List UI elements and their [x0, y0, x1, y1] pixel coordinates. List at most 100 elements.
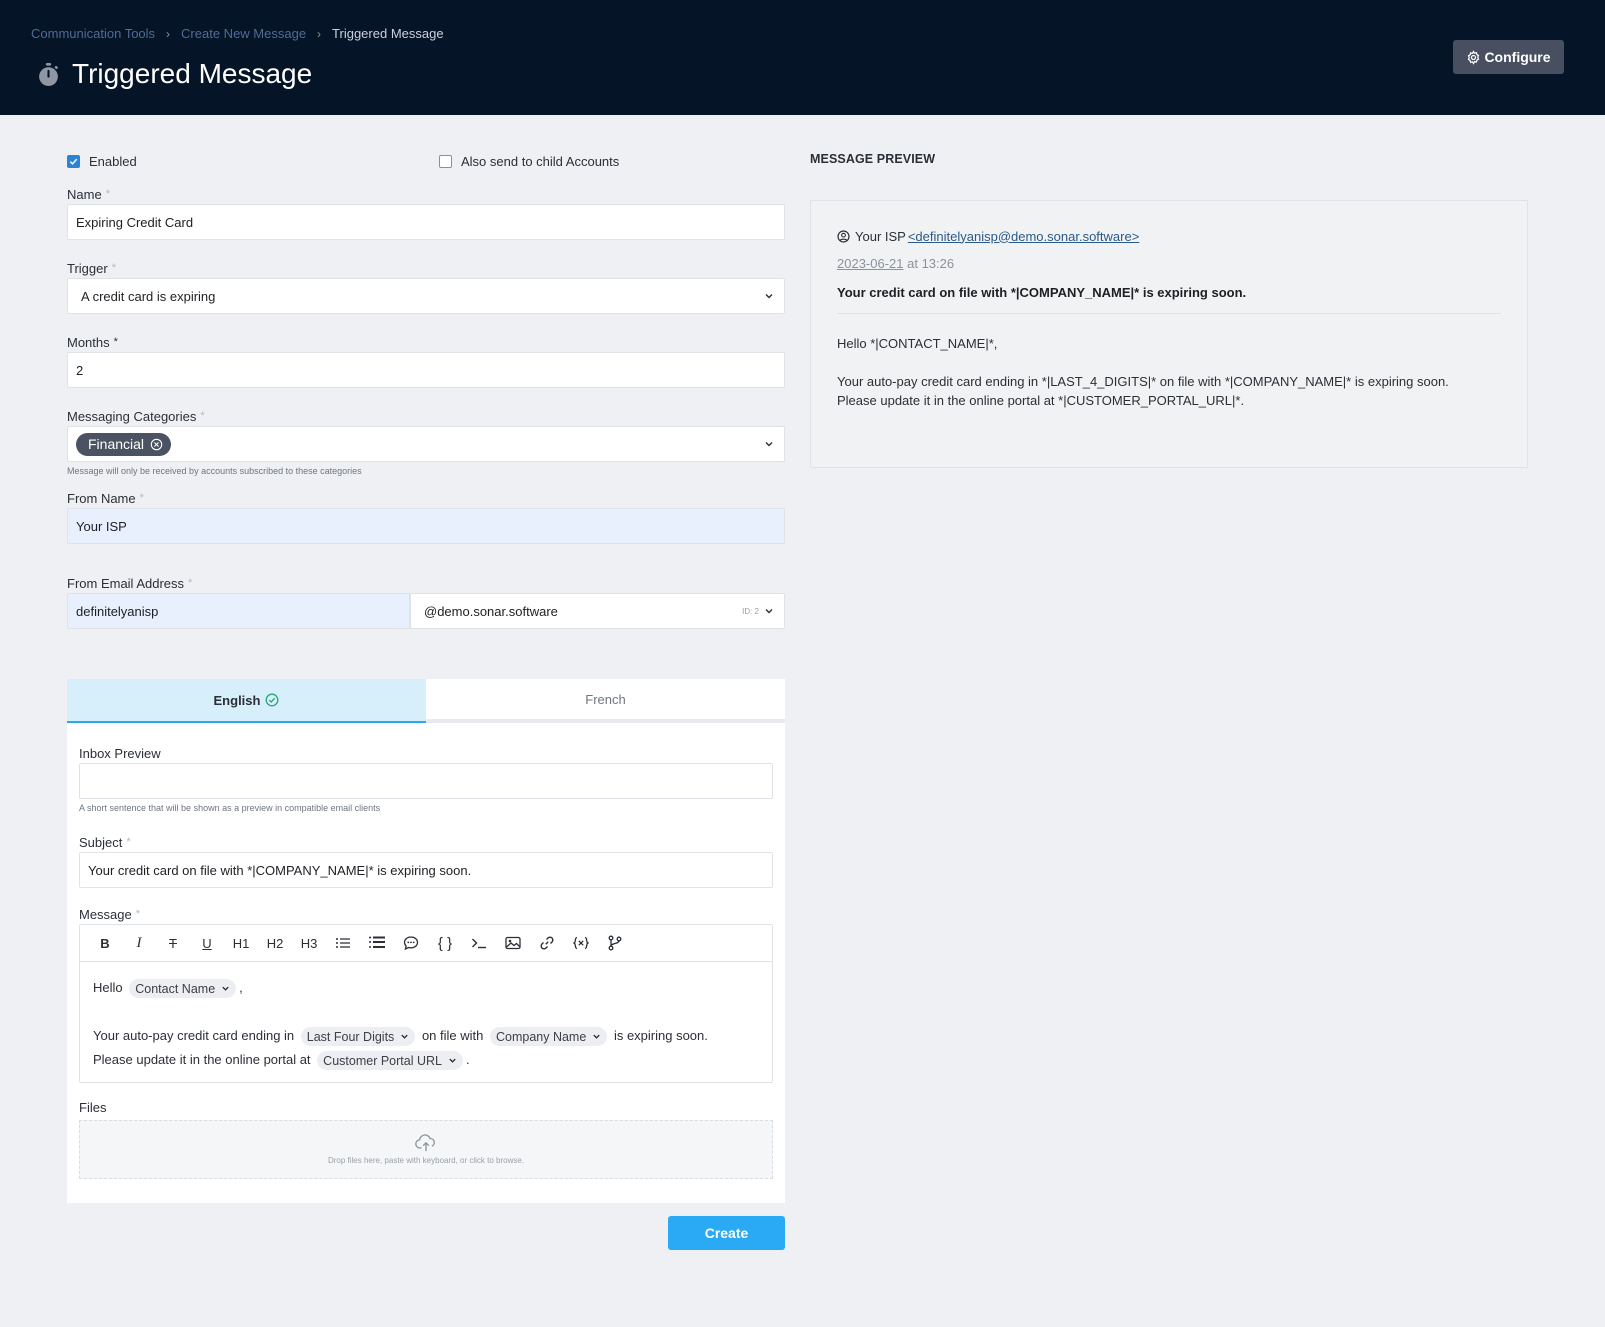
- variable-pill-company-name[interactable]: Company Name: [489, 1027, 608, 1047]
- chevron-down-icon: [401, 1034, 408, 1039]
- breadcrumb-create-new-message[interactable]: Create New Message: [181, 26, 306, 41]
- variable-button[interactable]: [564, 928, 598, 958]
- variable-pill-last-four-digits[interactable]: Last Four Digits: [300, 1027, 416, 1047]
- files-label: Files: [79, 1097, 773, 1117]
- strikethrough-button[interactable]: T: [156, 928, 190, 958]
- greeting-text: Hello: [93, 980, 123, 995]
- child-accounts-label: Also send to child Accounts: [461, 153, 620, 169]
- from-email-row: definitelyanisp @demo.sonar.software ID:…: [67, 593, 785, 629]
- categories-label-text: Messaging Categories: [67, 408, 197, 424]
- months-input[interactable]: 2: [67, 352, 785, 388]
- pill-label: Customer Portal URL: [323, 1053, 442, 1068]
- enabled-checkbox-group[interactable]: Enabled: [67, 154, 137, 169]
- editor-content[interactable]: Hello Contact Name, Your auto-pay credit…: [80, 962, 772, 1082]
- terminal-button[interactable]: [462, 928, 496, 958]
- from-email-domain-value: @demo.sonar.software: [424, 603, 558, 619]
- tab-french[interactable]: French: [426, 679, 785, 723]
- page-header: Communication Tools › Create New Message…: [0, 0, 1605, 115]
- link-button[interactable]: [530, 928, 564, 958]
- check-icon: [69, 158, 78, 165]
- bullet-list-button[interactable]: [326, 928, 360, 958]
- image-button[interactable]: [496, 928, 530, 958]
- category-chip-financial: Financial: [76, 432, 172, 456]
- heading2-button[interactable]: H2: [258, 928, 292, 958]
- required-marker: *: [105, 188, 110, 200]
- inbox-preview-label-text: Inbox Preview: [79, 745, 161, 761]
- gear-icon: [1468, 49, 1480, 65]
- files-label-text: Files: [79, 1099, 107, 1115]
- trigger-select[interactable]: A credit card is expiring: [67, 278, 785, 314]
- categories-select[interactable]: Financial: [67, 426, 785, 462]
- name-label-text: Name: [67, 186, 102, 202]
- name-label: Name *: [67, 184, 785, 204]
- inbox-preview-label: Inbox Preview: [79, 743, 773, 763]
- configure-button[interactable]: Configure: [1453, 40, 1564, 74]
- pill-label: Company Name: [495, 1029, 587, 1044]
- breadcrumb-separator-icon: ›: [317, 26, 322, 41]
- category-chip-label: Financial: [88, 436, 145, 452]
- underline-button[interactable]: U: [190, 928, 224, 958]
- required-marker: *: [113, 336, 118, 348]
- enabled-checkbox[interactable]: [67, 154, 80, 168]
- heading1-button[interactable]: H1: [224, 928, 258, 958]
- code-block-button[interactable]: { }: [428, 928, 462, 958]
- editor-line-greeting: Hello Contact Name,: [93, 976, 759, 1000]
- dropzone-text: Drop files here, paste with keyboard, or…: [327, 1156, 525, 1165]
- breadcrumb-communication-tools[interactable]: Communication Tools: [31, 26, 155, 41]
- message-preview-title: MESSAGE PREVIEW: [810, 152, 936, 166]
- ordered-list-icon: [369, 936, 385, 948]
- ordered-list-button[interactable]: [360, 928, 394, 958]
- child-accounts-checkbox[interactable]: [439, 154, 452, 168]
- chevron-down-icon: [765, 294, 773, 299]
- quote-button[interactable]: [394, 928, 428, 958]
- breadcrumb: Communication Tools › Create New Message…: [31, 26, 444, 41]
- required-marker: *: [139, 492, 144, 504]
- bold-button[interactable]: B: [88, 928, 122, 958]
- cloud-upload-icon: [415, 1134, 435, 1152]
- preview-date-link[interactable]: 2023-06-21: [837, 256, 904, 271]
- subject-input[interactable]: Your credit card on file with *|COMPANY_…: [79, 852, 773, 888]
- branch-button[interactable]: [598, 928, 632, 958]
- editor-line-body: Your auto-pay credit card ending in Last…: [93, 1024, 759, 1072]
- inbox-preview-input[interactable]: [79, 763, 773, 799]
- title-row: Triggered Message: [36, 58, 312, 90]
- file-dropzone[interactable]: Drop files here, paste with keyboard, or…: [79, 1120, 773, 1179]
- editor-toolbar: B I T U H1 H2 H3 { }: [80, 925, 772, 962]
- braces-icon: { }: [437, 934, 453, 952]
- categories-hint: Message will only be received by account…: [67, 466, 362, 476]
- form-actions: Create: [67, 1216, 785, 1250]
- body-text-c: is expiring soon.: [613, 1028, 708, 1043]
- trigger-label: Trigger *: [67, 258, 785, 278]
- terminal-icon: [472, 938, 486, 949]
- pill-label: Last Four Digits: [306, 1029, 395, 1044]
- chevron-down-icon: [765, 442, 773, 447]
- git-branch-icon: [608, 935, 622, 951]
- preview-divider: [837, 313, 1501, 314]
- message-label: Message *: [79, 904, 773, 924]
- preview-from-email[interactable]: <definitelyanisp@demo.sonar.software>: [908, 229, 1139, 244]
- remove-chip-icon[interactable]: [150, 438, 163, 451]
- variable-pill-customer-portal-url[interactable]: Customer Portal URL: [317, 1051, 463, 1071]
- from-email-local-input[interactable]: definitelyanisp: [67, 593, 410, 629]
- tab-english[interactable]: English: [67, 679, 426, 723]
- check-circle-icon: [266, 693, 279, 707]
- breadcrumb-separator-icon: ›: [166, 26, 171, 41]
- editor-line-empty: [93, 1000, 759, 1024]
- speech-bubble-icon: [403, 936, 419, 951]
- name-input[interactable]: Expiring Credit Card: [67, 204, 785, 240]
- preview-time: at 13:26: [907, 256, 955, 271]
- message-editor[interactable]: B I T U H1 H2 H3 { } Hello Contact Name …: [79, 924, 773, 1083]
- from-email-domain-select[interactable]: @demo.sonar.software ID: 2: [410, 593, 785, 629]
- required-marker: *: [200, 410, 205, 422]
- heading3-button[interactable]: H3: [292, 928, 326, 958]
- italic-button[interactable]: I: [122, 928, 156, 958]
- variable-pill-contact-name[interactable]: Contact Name: [129, 979, 237, 999]
- from-name-input[interactable]: Your ISP: [67, 508, 785, 544]
- create-button[interactable]: Create: [668, 1216, 785, 1250]
- preview-body-line2: Please update it in the online portal at…: [837, 393, 1245, 408]
- from-name-label: From Name *: [67, 488, 785, 508]
- language-panel: Inbox Preview A short sentence that will…: [67, 723, 785, 1203]
- pill-label: Contact Name: [135, 981, 216, 996]
- child-accounts-checkbox-group[interactable]: Also send to child Accounts: [439, 154, 619, 169]
- preview-body-line1: Your auto-pay credit card ending in *|LA…: [837, 374, 1449, 389]
